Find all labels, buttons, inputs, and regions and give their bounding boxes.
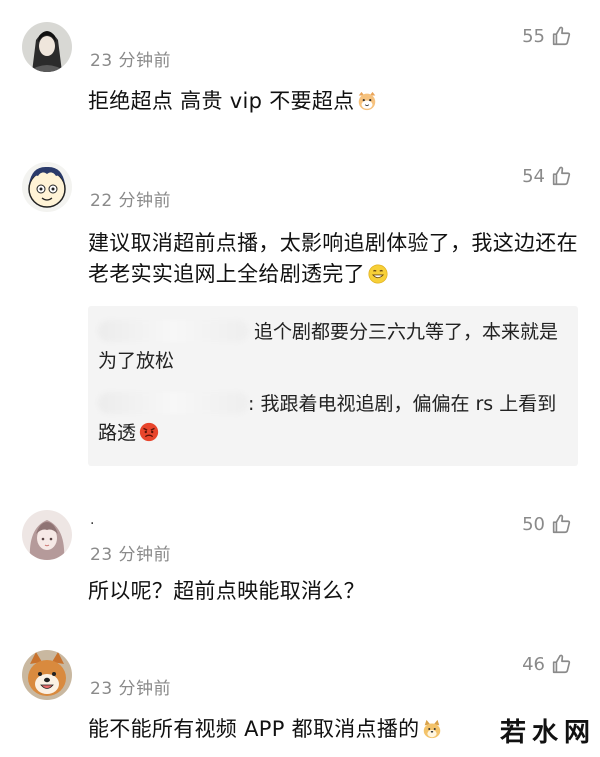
user-avatar[interactable] (22, 650, 72, 700)
thumbs-up-icon (552, 514, 571, 534)
comment-text-content: 能不能所有视频 APP 都取消点播的 (88, 717, 420, 741)
comment-text-content: 建议取消超前点播，太影响追剧体验了，我这边还在老老实实追网上全给剧透完了 (88, 231, 578, 286)
illustrated-girl-avatar-icon (22, 510, 72, 560)
cat-face-emoji (359, 91, 376, 111)
like-count: 55 (522, 25, 545, 47)
user-avatar[interactable] (22, 22, 72, 72)
thumbs-up-icon (552, 654, 571, 674)
user-avatar[interactable] (22, 162, 72, 212)
comment-time: 23 分钟前 (90, 545, 172, 565)
comment-time: 23 分钟前 (90, 51, 172, 71)
thumbs-up-icon (552, 166, 571, 186)
comment-item: 22 分钟前 54 建议取消超前点播，太影响追剧体验了，我这边还在老老实实追网上… (0, 162, 600, 482)
comment-item: . 23 分钟前 50 所以呢？超前点映能取消么？ (0, 510, 600, 620)
comment-text: 所以呢？超前点映能取消么？ (88, 579, 365, 603)
thumbs-up-icon (552, 26, 571, 46)
comment-item: 23 分钟前 55 拒绝超点 高贵 vip 不要超点 (0, 22, 600, 132)
angry-face-emoji (139, 422, 159, 442)
watermark-char: 网 (563, 718, 590, 748)
like-count: 54 (522, 165, 545, 187)
comment-time: 23 分钟前 (90, 679, 172, 699)
reply-item[interactable]: 追个剧都要分三六九等了，本来就是为了放松 (98, 318, 562, 376)
like-button[interactable]: 54 (522, 162, 572, 190)
site-watermark-logo: 若 水 网 (500, 712, 590, 749)
like-count: 46 (522, 653, 545, 675)
comment-time: 22 分钟前 (90, 191, 172, 211)
comment-text-content: 拒绝超点 高贵 vip 不要超点 (88, 89, 355, 113)
reply-item[interactable]: : 我跟着电视追剧，偏偏在 rs 上看到路透 (98, 390, 562, 448)
blurred-username (98, 392, 248, 414)
comment-text: 拒绝超点 高贵 vip 不要超点 (88, 86, 578, 117)
comment-text: 建议取消超前点播，太影响追剧体验了，我这边还在老老实实追网上全给剧透完了 (88, 228, 578, 290)
like-button[interactable]: 50 (522, 510, 572, 538)
user-avatar[interactable] (22, 510, 72, 560)
grin-face-emoji (368, 264, 388, 284)
like-button[interactable]: 46 (522, 650, 572, 678)
cartoon-boy-avatar-icon (22, 162, 72, 212)
reply-list[interactable]: 追个剧都要分三六九等了，本来就是为了放松 : 我跟着电视追剧，偏偏在 rs 上看… (88, 306, 578, 466)
like-button[interactable]: 55 (522, 22, 572, 50)
watermark-char: 水 (531, 718, 558, 748)
like-count: 50 (522, 513, 545, 535)
ink-portrait-avatar-icon (22, 22, 72, 72)
comment-username[interactable]: . (90, 512, 94, 528)
shiba-dog-avatar-icon (22, 650, 72, 700)
dog-emoji (424, 719, 441, 739)
watermark-char: 若 (499, 718, 526, 748)
blurred-username (98, 320, 248, 342)
